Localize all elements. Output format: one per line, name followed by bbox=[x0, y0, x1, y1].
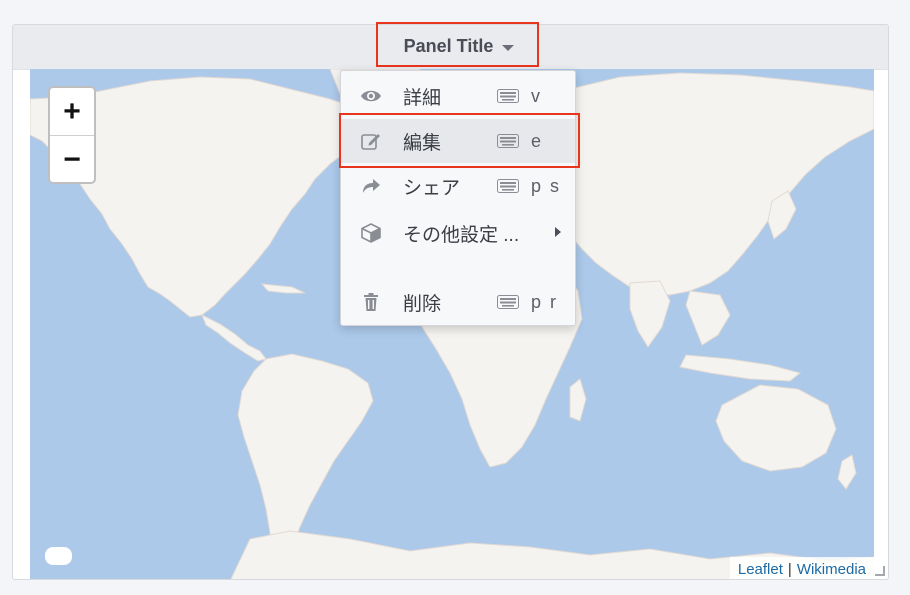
eye-icon bbox=[361, 90, 381, 102]
leaflet-link[interactable]: Leaflet bbox=[738, 561, 783, 578]
panel-title: Panel Title bbox=[403, 35, 494, 56]
menu-item-edit[interactable]: 編集 e bbox=[341, 119, 575, 163]
menu-item-label: 詳細 bbox=[403, 87, 442, 109]
panel-menu: 詳細 v 編集 e シェア p s その他設定 ... 削除 p r bbox=[340, 70, 576, 326]
menu-item-shortcut: p s bbox=[531, 175, 562, 196]
chevron-right-icon bbox=[555, 227, 561, 237]
chevron-down-icon bbox=[502, 44, 515, 51]
panel-header: Panel Title bbox=[13, 25, 888, 70]
keyboard-icon bbox=[497, 179, 519, 193]
zoom-control: + − bbox=[48, 86, 96, 184]
keyboard-icon bbox=[497, 295, 519, 309]
wikimedia-link[interactable]: Wikimedia bbox=[797, 561, 866, 578]
trash-icon bbox=[364, 293, 378, 311]
cube-icon bbox=[361, 223, 381, 243]
menu-item-label: 編集 bbox=[403, 132, 442, 154]
menu-item-label: その他設定 ... bbox=[403, 224, 520, 246]
menu-item-shortcut: v bbox=[531, 85, 542, 106]
menu-item-shortcut: e bbox=[531, 130, 544, 151]
share-icon bbox=[363, 179, 380, 193]
keyboard-icon bbox=[497, 134, 519, 148]
menu-item-label: シェア bbox=[403, 177, 461, 199]
menu-item-label: 削除 bbox=[403, 293, 442, 315]
zoom-out-button[interactable]: − bbox=[50, 136, 94, 182]
menu-item-share[interactable]: シェア p s bbox=[341, 164, 575, 208]
attribution-separator: | bbox=[787, 560, 792, 578]
menu-item-more[interactable]: その他設定 ... bbox=[341, 211, 575, 255]
panel-title-button[interactable]: Panel Title bbox=[379, 25, 539, 67]
map-attribution: Leaflet | Wikimedia bbox=[729, 557, 874, 579]
panel-resize-handle[interactable] bbox=[875, 566, 885, 576]
map-layer-toggle[interactable] bbox=[45, 547, 72, 565]
edit-icon bbox=[361, 134, 380, 150]
keyboard-icon bbox=[497, 89, 519, 103]
menu-item-remove[interactable]: 削除 p r bbox=[341, 280, 575, 324]
zoom-in-button[interactable]: + bbox=[50, 88, 94, 136]
menu-item-shortcut: p r bbox=[531, 291, 559, 312]
menu-item-view[interactable]: 詳細 v bbox=[341, 74, 575, 118]
